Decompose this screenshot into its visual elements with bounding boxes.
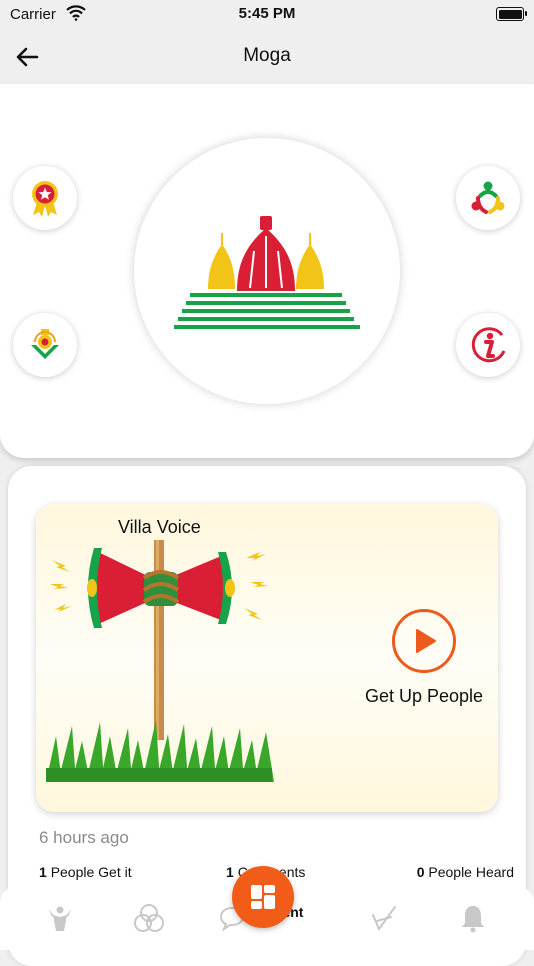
tab-people[interactable] <box>42 900 78 936</box>
tab-notifications[interactable] <box>455 900 491 936</box>
heard-label: People Heard <box>428 864 514 880</box>
comments-count: 1 <box>226 864 234 880</box>
post-label: Villa Voice <box>118 517 201 537</box>
play-icon <box>416 629 436 653</box>
status-bar: Carrier 5:45 PM <box>0 0 534 30</box>
circles-icon <box>134 904 164 932</box>
checkmark-scribble-icon <box>372 906 396 932</box>
info-button[interactable] <box>456 313 520 377</box>
page-title: Moga <box>243 45 291 66</box>
nav-bar: Moga <box>0 30 534 84</box>
info-icon <box>471 327 506 363</box>
village-logo[interactable] <box>134 138 400 404</box>
clock: 5:45 PM <box>238 5 296 22</box>
emblem-icon <box>31 329 59 359</box>
megaphone-pole-illustration <box>46 540 274 782</box>
heard-count: 0 <box>416 864 425 880</box>
community-button[interactable] <box>456 166 520 230</box>
dashboard-grid-icon <box>251 885 275 909</box>
village-hero-panel <box>0 84 534 458</box>
temple-logo <box>174 216 360 329</box>
post-cta: Get Up People <box>364 686 484 706</box>
get-it-count: 1 <box>39 864 47 880</box>
heard-stat[interactable]: 0 People Heard <box>417 864 514 880</box>
bell-icon <box>462 906 484 933</box>
tab-voting[interactable] <box>366 900 402 936</box>
play-button[interactable] <box>392 609 456 673</box>
tab-circles[interactable] <box>131 900 167 936</box>
post-card[interactable]: Villa Voice Get Up People <box>36 504 498 812</box>
community-icon <box>471 181 505 214</box>
dashboard-fab[interactable] <box>232 866 294 928</box>
post-timestamp: 6 hours ago <box>39 828 129 847</box>
awards-button[interactable] <box>13 166 77 230</box>
get-it-label: People Get it <box>50 864 132 880</box>
emblem-button[interactable] <box>13 313 77 377</box>
award-ribbon-icon <box>32 181 58 217</box>
battery-icon <box>496 7 527 21</box>
people-celebrate-icon <box>49 906 71 931</box>
get-it-stat[interactable]: 1 People Get it <box>39 864 132 880</box>
